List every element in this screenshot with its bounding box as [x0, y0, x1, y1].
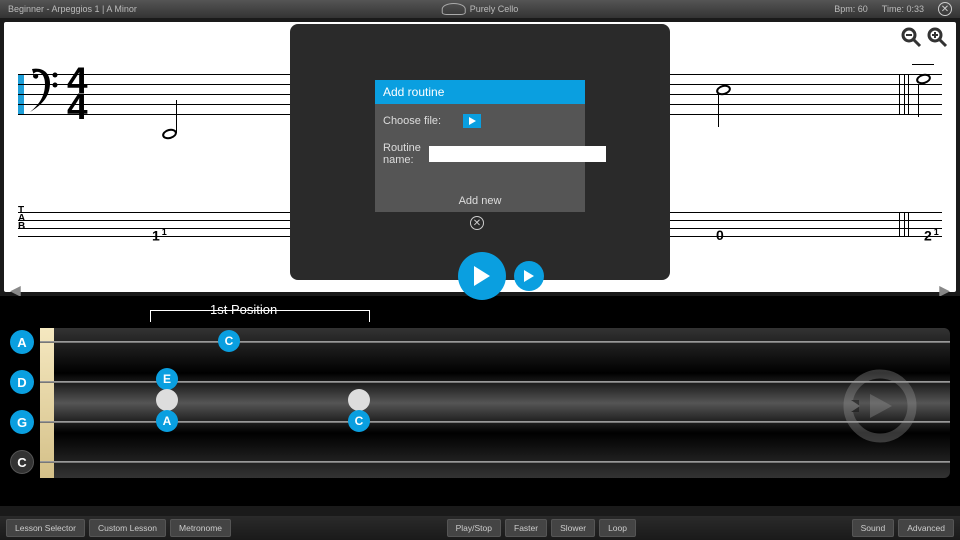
open-string-C[interactable]: C: [10, 450, 34, 474]
bottom-toolbar: Lesson Selector Custom Lesson Metronome …: [0, 516, 960, 540]
open-string-D[interactable]: D: [10, 370, 34, 394]
fret-note-A[interactable]: A: [156, 410, 178, 432]
choose-file-button[interactable]: [463, 114, 481, 128]
cello-logo-icon: [442, 3, 466, 15]
add-routine-dialog: Add routine Choose file: Routine name: A…: [375, 80, 585, 212]
bpm-display: Bpm: 60: [834, 4, 868, 14]
fret-note-C[interactable]: C: [348, 410, 370, 432]
nut: [40, 328, 54, 478]
time-display: Time: 0:33: [882, 4, 924, 14]
play-button[interactable]: [458, 252, 506, 300]
finger-dot[interactable]: [156, 389, 178, 411]
zoom-in-icon[interactable]: [926, 26, 948, 48]
play-stop-button[interactable]: Play/Stop: [447, 519, 501, 537]
routine-name-label: Routine name:: [383, 142, 421, 166]
sound-button[interactable]: Sound: [852, 519, 895, 537]
tab-fret: 11: [152, 227, 167, 244]
open-string-G[interactable]: G: [10, 410, 34, 434]
dialog-title: Add routine: [375, 80, 585, 104]
reset-position-icon[interactable]: [840, 366, 920, 446]
lesson-title: Beginner - Arpeggios 1 | A Minor: [8, 4, 137, 14]
play-next-button[interactable]: [514, 261, 544, 291]
fret-note-E[interactable]: E: [156, 368, 178, 390]
brand: Purely Cello: [442, 3, 519, 15]
tab-fret: 0: [716, 227, 724, 243]
finger-dot[interactable]: [348, 389, 370, 411]
slower-button[interactable]: Slower: [551, 519, 595, 537]
faster-button[interactable]: Faster: [505, 519, 547, 537]
custom-lesson-button[interactable]: Custom Lesson: [89, 519, 166, 537]
loop-button[interactable]: Loop: [599, 519, 636, 537]
close-icon[interactable]: ✕: [938, 2, 952, 16]
metronome-button[interactable]: Metronome: [170, 519, 231, 537]
dialog-close-icon[interactable]: ✕: [470, 216, 484, 230]
position-label: 1st Position: [210, 302, 277, 317]
open-string-A[interactable]: A: [10, 330, 34, 354]
top-bar: Beginner - Arpeggios 1 | A Minor Purely …: [0, 0, 960, 18]
fret-note-C[interactable]: C: [218, 330, 240, 352]
add-new-button[interactable]: Add new: [375, 190, 585, 212]
lesson-selector-button[interactable]: Lesson Selector: [6, 519, 85, 537]
tab-fret: 21: [924, 227, 939, 244]
fretboard-area: 1st Position ADGCCEAC: [0, 296, 960, 506]
routine-name-input[interactable]: [429, 146, 606, 162]
time-signature: 44: [67, 68, 88, 119]
choose-file-label: Choose file:: [383, 115, 455, 127]
advanced-button[interactable]: Advanced: [898, 519, 954, 537]
zoom-out-icon[interactable]: [900, 26, 922, 48]
